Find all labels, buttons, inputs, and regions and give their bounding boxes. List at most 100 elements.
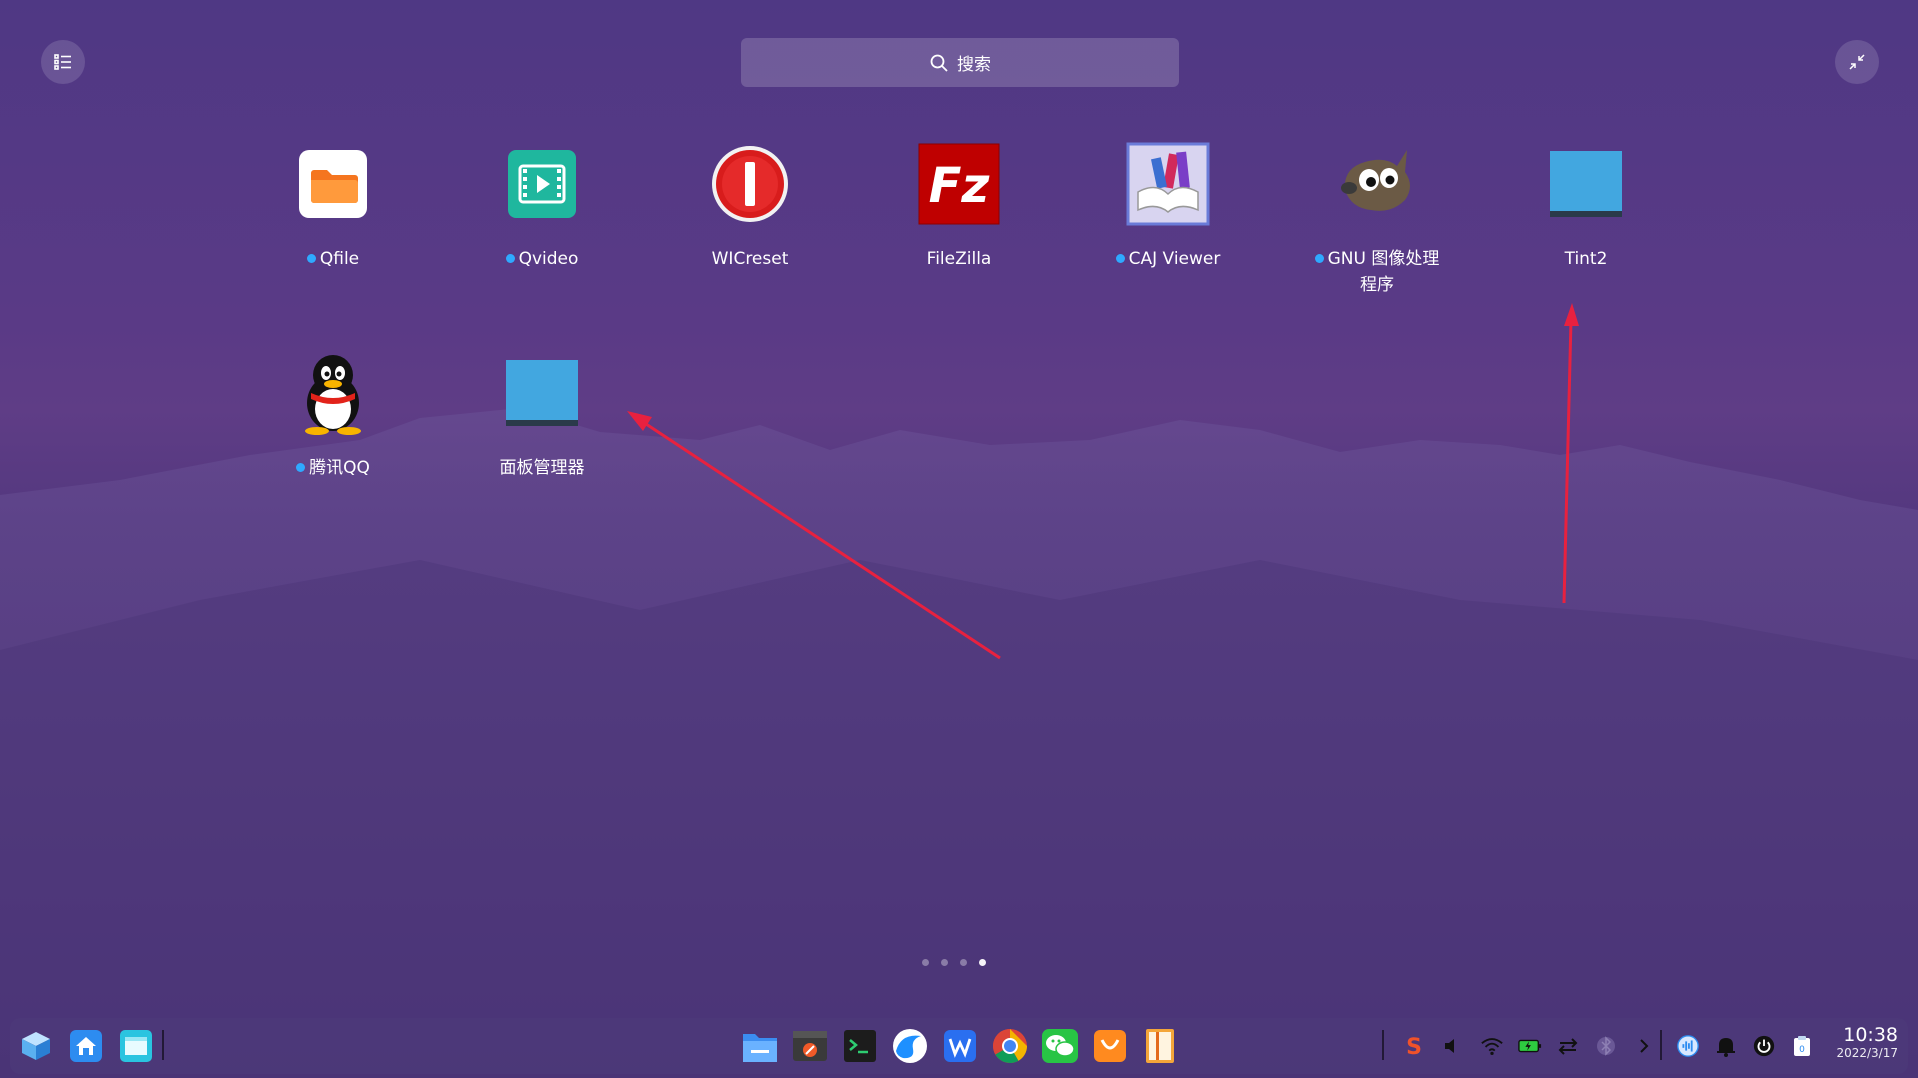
new-app-dot xyxy=(505,254,515,263)
tray-divider xyxy=(1660,1030,1662,1060)
svg-text:0: 0 xyxy=(1799,1045,1805,1055)
clock-date: 2022/3/17 xyxy=(1836,1046,1898,1060)
ebook-reader-icon xyxy=(1146,1029,1174,1063)
taskbar: S 0 10:38 2022/3/17 xyxy=(10,1018,1908,1074)
taskbar-file-manager[interactable] xyxy=(738,1024,782,1068)
bluetooth-icon xyxy=(1597,1036,1615,1056)
svg-text:S: S xyxy=(1406,1035,1422,1058)
voice-assistant-button[interactable] xyxy=(1676,1034,1700,1058)
volume-icon xyxy=(1445,1039,1454,1053)
generic-app-icon xyxy=(1544,142,1628,226)
wifi-button[interactable] xyxy=(1480,1034,1504,1058)
exit-fullscreen-button[interactable] xyxy=(1835,40,1879,84)
video-player-icon xyxy=(500,142,584,226)
new-app-dot xyxy=(296,463,306,472)
battery-icon xyxy=(1518,1039,1542,1053)
wechat-icon xyxy=(1042,1029,1078,1063)
chevron-right-icon xyxy=(1640,1039,1649,1053)
start-menu-button[interactable] xyxy=(14,1024,58,1068)
page-dot[interactable] xyxy=(941,959,948,966)
app-label: WICreset xyxy=(711,249,789,269)
tray-divider xyxy=(1382,1030,1384,1060)
wicreset-icon xyxy=(708,142,792,226)
clipboard-icon: 0 xyxy=(1794,1036,1810,1056)
taskbar-screen-recorder[interactable] xyxy=(788,1024,832,1068)
new-app-dot xyxy=(1314,254,1324,263)
terminal-icon xyxy=(844,1030,876,1062)
list-icon xyxy=(54,54,71,70)
taskbar-chrome[interactable] xyxy=(988,1024,1032,1068)
app-label: Qfile xyxy=(243,246,423,272)
expand-tray-button[interactable] xyxy=(1632,1034,1656,1058)
app-label: Tint2 xyxy=(1564,249,1608,269)
app-caj-viewer[interactable]: CAJ Viewer xyxy=(1078,142,1258,272)
voice-assistant-icon xyxy=(1677,1035,1699,1057)
page-dot[interactable] xyxy=(922,959,929,966)
app-label: CAJ Viewer xyxy=(1078,246,1258,272)
clock-time: 10:38 xyxy=(1843,1024,1898,1046)
volume-button[interactable] xyxy=(1440,1034,1464,1058)
new-app-dot xyxy=(1115,254,1125,263)
wifi-icon xyxy=(1481,1038,1503,1056)
collapse-icon xyxy=(1849,54,1865,70)
app-qq[interactable]: 腾讯QQ xyxy=(243,351,423,481)
new-app-dot xyxy=(306,254,316,263)
app-store-icon xyxy=(1094,1030,1126,1062)
file-manager-icon xyxy=(743,1034,777,1062)
taskbar-ebook-reader[interactable] xyxy=(1138,1024,1182,1068)
generic-app-icon xyxy=(500,351,584,435)
sogou-input-icon: S xyxy=(1406,1035,1422,1058)
home-button[interactable] xyxy=(64,1024,108,1068)
chrome-icon xyxy=(993,1029,1027,1063)
app-label: Qvideo xyxy=(452,246,632,272)
search-icon xyxy=(930,54,948,72)
taskbar-wechat[interactable] xyxy=(1038,1024,1082,1068)
taskbar-app-store[interactable] xyxy=(1088,1024,1132,1068)
battery-button[interactable] xyxy=(1518,1034,1542,1058)
clipboard-button[interactable]: 0 xyxy=(1790,1034,1814,1058)
multitask-view-button[interactable] xyxy=(114,1024,158,1068)
filezilla-icon: Fz xyxy=(917,142,1001,226)
app-label: FileZilla xyxy=(926,249,992,269)
app-filezilla[interactable]: Fz FileZilla xyxy=(869,142,1049,272)
launcher-fullscreen: 搜索 Qfile Qvideo WICreset Fz FileZilla CA… xyxy=(0,0,1918,1078)
svg-text:Fz: Fz xyxy=(929,158,991,214)
launcher-cube-icon xyxy=(22,1032,50,1060)
page-indicator xyxy=(922,959,986,966)
clock[interactable]: 10:38 2022/3/17 xyxy=(1826,1024,1898,1060)
power-icon xyxy=(1753,1035,1775,1057)
taskbar-browser[interactable] xyxy=(888,1024,932,1068)
notification-button[interactable] xyxy=(1714,1034,1738,1058)
app-panel-manager[interactable]: 面板管理器 xyxy=(452,351,632,481)
bluetooth-button[interactable] xyxy=(1594,1034,1618,1058)
taskbar-divider xyxy=(162,1030,164,1060)
qq-penguin-icon xyxy=(291,351,375,435)
app-label: 腾讯QQ xyxy=(243,455,423,481)
multitask-view-icon xyxy=(120,1030,152,1062)
search-label: 搜索 xyxy=(957,55,991,75)
folder-icon xyxy=(291,142,375,226)
search-bar[interactable]: 搜索 xyxy=(741,38,1179,87)
network-transfer-icon xyxy=(1558,1038,1578,1055)
home-icon xyxy=(70,1030,102,1062)
wps-writer-icon xyxy=(944,1030,976,1062)
screen-recorder-icon xyxy=(793,1031,827,1061)
app-qfile[interactable]: Qfile xyxy=(243,142,423,272)
app-label: GNU 图像处理程序 xyxy=(1287,246,1467,298)
app-tint2[interactable]: Tint2 xyxy=(1496,142,1676,272)
app-qvideo[interactable]: Qvideo xyxy=(452,142,632,272)
app-gimp[interactable]: GNU 图像处理程序 xyxy=(1287,142,1467,298)
app-label: 面板管理器 xyxy=(499,458,585,478)
category-view-button[interactable] xyxy=(41,40,85,84)
page-dot[interactable] xyxy=(960,959,967,966)
page-dot-active[interactable] xyxy=(979,959,986,966)
power-button[interactable] xyxy=(1752,1034,1776,1058)
caj-viewer-icon xyxy=(1126,142,1210,226)
bell-icon xyxy=(1717,1038,1735,1057)
gimp-icon xyxy=(1335,142,1419,226)
app-wicreset[interactable]: WICreset xyxy=(660,142,840,272)
sogou-input-button[interactable]: S xyxy=(1402,1034,1426,1058)
network-transfer-button[interactable] xyxy=(1556,1034,1580,1058)
taskbar-wps-writer[interactable] xyxy=(938,1024,982,1068)
taskbar-terminal[interactable] xyxy=(838,1024,882,1068)
